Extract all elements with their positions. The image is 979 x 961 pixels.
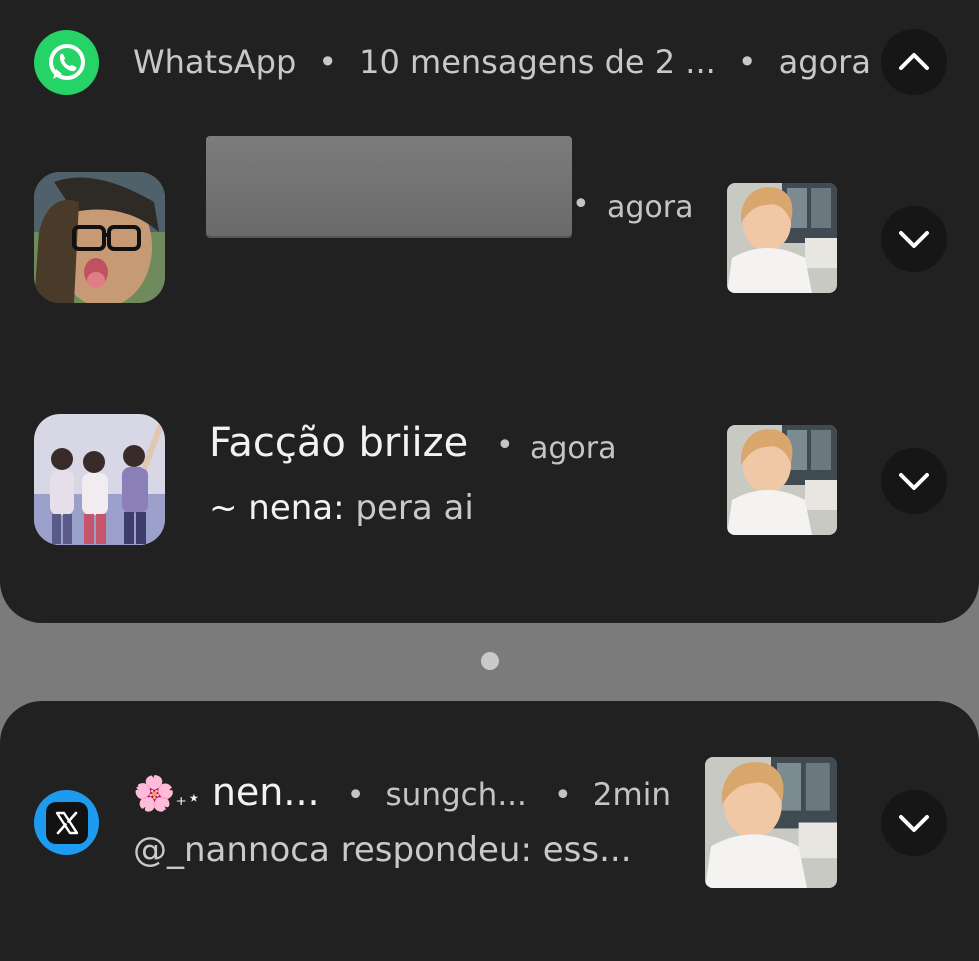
group-summary: 10 mensagens de 2 ... xyxy=(359,43,716,81)
notification-time: 2min xyxy=(592,777,671,813)
notification-message: @_nannoca respondeu: ess... xyxy=(133,830,632,870)
expand-button[interactable] xyxy=(881,790,947,856)
message-sender: ~ nena: xyxy=(209,488,345,528)
notification-time: agora xyxy=(607,190,694,225)
message-text: pera ai xyxy=(355,488,474,528)
chevron-down-icon xyxy=(899,815,929,832)
separator-dot: • xyxy=(346,778,365,813)
expand-button[interactable] xyxy=(881,448,947,514)
app-name: WhatsApp xyxy=(133,43,297,81)
separator-dot: • xyxy=(572,187,590,222)
group-time: agora xyxy=(778,43,871,81)
redacted-title xyxy=(206,136,572,236)
chevron-down-icon xyxy=(899,231,929,248)
flower-emoji: 🌸 xyxy=(133,774,176,814)
separator-dot: • xyxy=(554,778,572,813)
whatsapp-notification-group[interactable]: WhatsApp • 10 mensagens de 2 ... • agora • xyxy=(0,0,979,623)
media-thumbnail xyxy=(727,425,837,535)
separator-dot: • xyxy=(496,428,514,463)
chevron-down-icon xyxy=(899,473,929,490)
account-name: sungch... xyxy=(385,777,527,813)
notification-time: agora xyxy=(530,431,617,466)
whatsapp-icon xyxy=(34,30,99,95)
x-notification-header: 🌸₊⋆ nen... • sungch... • 2min xyxy=(133,770,671,822)
separator-dot: • xyxy=(737,43,757,81)
media-thumbnail xyxy=(727,183,837,293)
sparkle-symbol: ₊⋆ xyxy=(175,786,201,811)
x-logo-inner xyxy=(45,801,88,844)
notification-title: nen... xyxy=(211,770,320,814)
collapse-button[interactable] xyxy=(881,29,947,95)
page-indicator-dot xyxy=(481,652,499,670)
group-header: WhatsApp • 10 mensagens de 2 ... • agora xyxy=(133,42,871,82)
media-thumbnail xyxy=(705,757,837,888)
x-logo-icon xyxy=(34,790,99,855)
notification-title: Facção briize xyxy=(209,420,469,466)
expand-button[interactable] xyxy=(881,206,947,272)
chevron-up-icon xyxy=(899,53,929,70)
separator-dot: • xyxy=(318,43,338,81)
group-avatar xyxy=(34,414,165,545)
avatar xyxy=(34,172,165,303)
notification-message: ~ nena: pera ai xyxy=(209,488,474,528)
